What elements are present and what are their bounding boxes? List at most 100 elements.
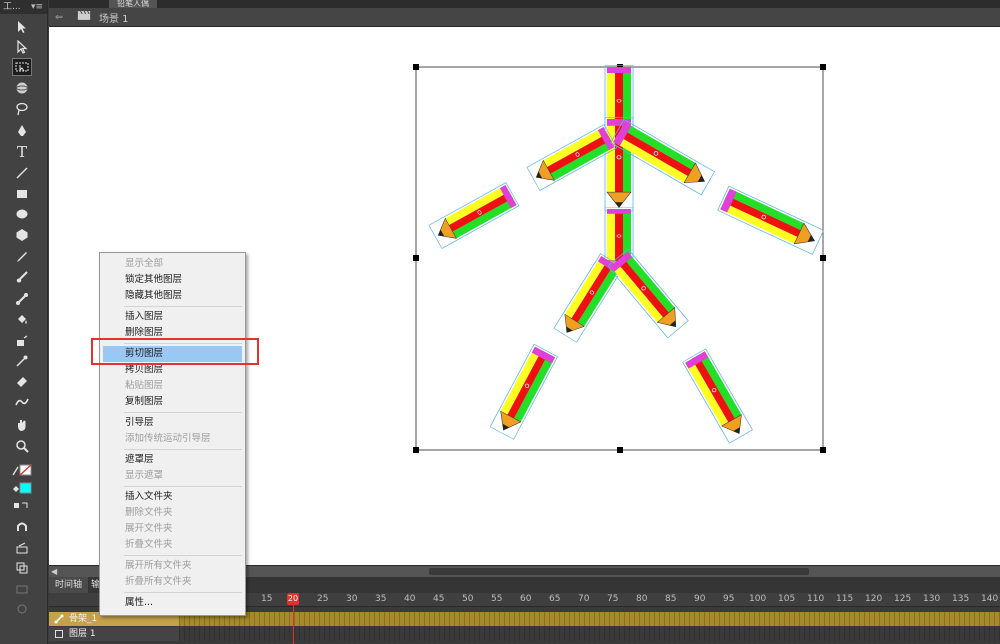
frame-number: 70 xyxy=(578,594,590,604)
subselection-tool-icon[interactable] xyxy=(12,38,32,56)
menu-separator xyxy=(124,449,242,450)
frame-number: 90 xyxy=(694,594,706,604)
menu-item: 折叠文件夹 xyxy=(125,539,173,550)
frame-number: 50 xyxy=(462,594,474,604)
menu-item[interactable]: 锁定其他图层 xyxy=(100,272,245,288)
frame-number: 25 xyxy=(317,594,329,604)
polystar-tool-icon[interactable] xyxy=(12,226,32,244)
rectangle-tool-icon[interactable] xyxy=(12,185,32,203)
selection-tool-icon[interactable] xyxy=(12,18,32,36)
pencil-tool-icon[interactable] xyxy=(12,247,32,265)
pen-tool-icon[interactable] xyxy=(12,122,32,140)
armature-layer-icon xyxy=(54,614,64,624)
ink-bottle-tool-icon[interactable] xyxy=(12,332,32,350)
disabled-modifier-icon-2 xyxy=(12,600,32,618)
frame-number: 55 xyxy=(491,594,503,604)
frame-number: 135 xyxy=(952,594,970,604)
menu-item[interactable]: 遮罩层 xyxy=(100,452,245,468)
layer-frames[interactable] xyxy=(179,612,1000,626)
scroll-left-icon[interactable]: ◀ xyxy=(51,566,57,577)
menu-item: 添加传统运动引导层 xyxy=(125,433,211,444)
frame-number: 75 xyxy=(607,594,619,604)
menu-item[interactable]: 引导层 xyxy=(100,415,245,431)
tools-panel-title: 工... xyxy=(3,2,21,12)
bone-tool-icon[interactable] xyxy=(12,290,32,308)
pencil-figure[interactable] xyxy=(428,65,825,444)
snap-to-objects-icon[interactable] xyxy=(12,519,32,537)
pencil-left-forearm[interactable] xyxy=(428,182,520,249)
menu-separator xyxy=(124,306,242,307)
panel-menu-icon[interactable]: ▾≡ xyxy=(31,0,43,14)
text-tool-icon[interactable]: T xyxy=(12,143,32,161)
menu-item[interactable]: 插入文件夹 xyxy=(100,489,245,505)
pencil-left-upper-arm[interactable] xyxy=(526,124,618,191)
scrollbar-thumb[interactable] xyxy=(429,568,809,575)
brush-tool-icon[interactable] xyxy=(12,268,32,286)
line-tool-icon[interactable] xyxy=(12,164,32,182)
layer-name-label: 骨架_1 xyxy=(69,614,98,624)
frame-number: 130 xyxy=(923,594,941,604)
frame-number: 30 xyxy=(346,594,358,604)
pencil-left-shin[interactable] xyxy=(489,343,559,440)
layer-name-label: 图层 1 xyxy=(69,629,96,639)
layer-name[interactable]: 图层 1 xyxy=(49,627,179,641)
swap-colors-icon[interactable] xyxy=(12,497,32,515)
menu-separator xyxy=(124,555,242,556)
scene-label[interactable]: 场景 1 xyxy=(99,10,129,25)
frame-number: 95 xyxy=(723,594,735,604)
frame-number: 80 xyxy=(636,594,648,604)
width-tool-icon[interactable] xyxy=(12,393,32,411)
menu-item[interactable]: 插入图层 xyxy=(100,309,245,325)
eyedropper-tool-icon[interactable] xyxy=(12,352,32,370)
tools-panel-header: 工... ▾≡ xyxy=(0,0,47,14)
smooth-icon[interactable] xyxy=(12,539,32,557)
lasso-tool-icon[interactable] xyxy=(12,100,32,118)
back-arrow-icon[interactable]: ⇐ xyxy=(55,12,69,23)
document-tab-bar: 铅笔人偶 xyxy=(49,0,1000,8)
frame-number: 115 xyxy=(836,594,854,604)
tab-timeline[interactable]: 时间轴 xyxy=(49,577,89,593)
menu-item[interactable]: 隐藏其他图层 xyxy=(100,288,245,304)
paint-bucket-tool-icon[interactable] xyxy=(12,311,32,329)
stroke-color-swatch[interactable] xyxy=(12,461,32,479)
menu-item: 删除文件夹 xyxy=(125,507,173,518)
playhead-line xyxy=(293,605,294,644)
playhead[interactable]: 20 xyxy=(287,593,299,605)
pencil-right-thigh[interactable] xyxy=(607,248,689,339)
pencil-right-forearm[interactable] xyxy=(717,185,825,255)
menu-item: 粘贴图层 xyxy=(125,380,164,391)
tools-panel: 工... ▾≡ T xyxy=(0,0,48,644)
layer-page-icon xyxy=(55,630,63,638)
frame-number: 85 xyxy=(665,594,677,604)
free-transform-tool-icon[interactable] xyxy=(12,58,32,76)
pencil-right-shin[interactable] xyxy=(682,348,753,444)
menu-separator xyxy=(124,486,242,487)
straighten-icon[interactable] xyxy=(12,559,32,577)
menu-item[interactable]: 属性... xyxy=(100,595,245,611)
edit-bar: ⇐ 场景 1 xyxy=(49,8,1000,27)
frame-number: 35 xyxy=(375,594,387,604)
frame-number: 120 xyxy=(865,594,883,604)
fill-color-swatch[interactable] xyxy=(12,479,32,497)
frame-number: 60 xyxy=(520,594,532,604)
3d-rotation-tool-icon[interactable] xyxy=(12,79,32,97)
menu-separator xyxy=(124,592,242,593)
frame-number: 45 xyxy=(433,594,445,604)
animate-app-window: 工... ▾≡ T 铅笔人偶 ⇐ 场景 1 ◀ 时间轴 15 25 30 35 … xyxy=(0,0,1000,644)
frame-number: 110 xyxy=(807,594,825,604)
layer-frames[interactable] xyxy=(179,627,1000,641)
eraser-tool-icon[interactable] xyxy=(12,372,32,390)
zoom-tool-icon[interactable] xyxy=(12,437,32,455)
menu-item[interactable]: 复制图层 xyxy=(100,394,245,410)
menu-item: 折叠所有文件夹 xyxy=(125,576,192,587)
layer-row-layer1[interactable]: 图层 1 xyxy=(49,627,1000,641)
scene-clapper-icon xyxy=(77,10,93,24)
oval-tool-icon[interactable] xyxy=(12,205,32,223)
menu-item: 展开文件夹 xyxy=(125,523,173,534)
document-tab[interactable]: 铅笔人偶 xyxy=(109,0,157,8)
frame-number: 105 xyxy=(778,594,796,604)
frame-number: 40 xyxy=(404,594,416,604)
frame-number: 100 xyxy=(749,594,767,604)
hand-tool-icon[interactable] xyxy=(12,416,32,434)
layer-context-menu: 显示全部 锁定其他图层 隐藏其他图层 插入图层 删除图层 剪切图层 拷贝图层 粘贴图层 复制图层… xyxy=(99,252,246,616)
